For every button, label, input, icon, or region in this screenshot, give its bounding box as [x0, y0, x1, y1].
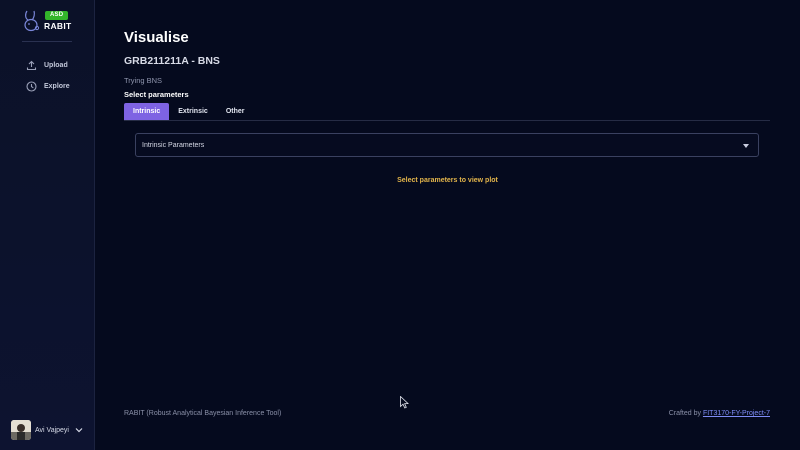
sidebar-item-explore[interactable]: Explore	[26, 79, 70, 93]
parameters-select-value: Intrinsic Parameters	[142, 141, 205, 149]
run-title: GRB211211A - BNS	[124, 55, 220, 67]
run-description: Trying BNS	[124, 76, 163, 85]
avatar	[11, 420, 31, 440]
main-content: Visualise GRB211211A - BNS Trying BNS Se…	[95, 0, 800, 450]
parameters-select[interactable]: Intrinsic Parameters	[135, 133, 759, 157]
rabbit-logo-icon	[24, 10, 40, 32]
page-title: Visualise	[124, 29, 189, 46]
footer-credits-prefix: Crafted by	[668, 410, 701, 417]
plot-placeholder-message: Select parameters to view plot	[397, 177, 498, 184]
footer-credits: Crafted by FIT3170-FY-Project-7	[669, 410, 770, 417]
sidebar-item-label: Explore	[44, 82, 70, 90]
tab-other[interactable]: Other	[217, 103, 254, 120]
sidebar-divider	[22, 41, 72, 42]
chevron-down-icon	[75, 428, 83, 433]
avatar-image	[11, 420, 31, 440]
parameter-tabs: Intrinsic Extrinsic Other	[124, 103, 770, 121]
upload-icon	[26, 60, 37, 70]
brand-badge: ASD	[45, 11, 69, 20]
brand-name: RABIT	[44, 21, 72, 31]
select-parameters-label: Select parameters	[124, 90, 189, 99]
sidebar: ASD RABIT Upload Explore Avi Vajpeyi	[0, 0, 95, 450]
user-menu[interactable]: Avi Vajpeyi	[11, 420, 83, 440]
tab-intrinsic[interactable]: Intrinsic	[124, 103, 170, 120]
brand[interactable]: ASD RABIT	[22, 10, 82, 34]
tab-extrinsic[interactable]: Extrinsic	[169, 103, 217, 120]
mouse-cursor-icon	[400, 396, 409, 409]
sidebar-item-upload[interactable]: Upload	[26, 58, 68, 72]
clock-icon	[26, 80, 37, 92]
user-name: Avi Vajpeyi	[35, 426, 69, 434]
sidebar-item-label: Upload	[44, 61, 68, 69]
footer-app-name: RABIT (Robust Analytical Bayesian Infere…	[124, 410, 282, 417]
footer-project-link[interactable]: FIT3170-FY-Project-7	[703, 410, 770, 417]
caret-down-icon	[743, 144, 749, 148]
